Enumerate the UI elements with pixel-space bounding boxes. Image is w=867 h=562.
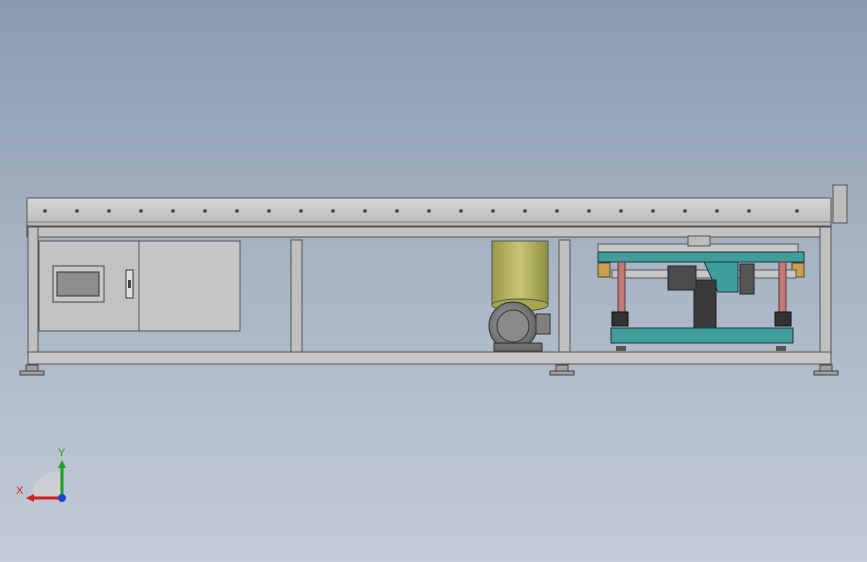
tank-assembly[interactable] [488,240,551,352]
end-block[interactable] [832,184,848,224]
axis-triad: X Y [16,447,66,502]
leg-mid-2[interactable] [558,239,571,354]
guide-rod-right [778,261,787,315]
leg-mid-1[interactable] [290,239,303,354]
guide-rod-left [617,261,626,315]
y-axis-label: Y [58,447,66,459]
tank [491,240,549,306]
bottom-rail[interactable] [27,351,832,365]
x-axis-label: X [16,485,24,497]
leveling-feet [19,364,839,376]
upper-plate [597,251,805,263]
lower-plate [610,327,794,344]
z-axis [58,494,66,502]
fixture-station[interactable] [597,235,805,351]
cad-viewport[interactable] [0,0,867,562]
leg-right[interactable] [819,226,832,368]
electrical-cabinet[interactable] [38,240,241,332]
leg-left[interactable] [27,226,39,368]
pipe [611,269,797,279]
